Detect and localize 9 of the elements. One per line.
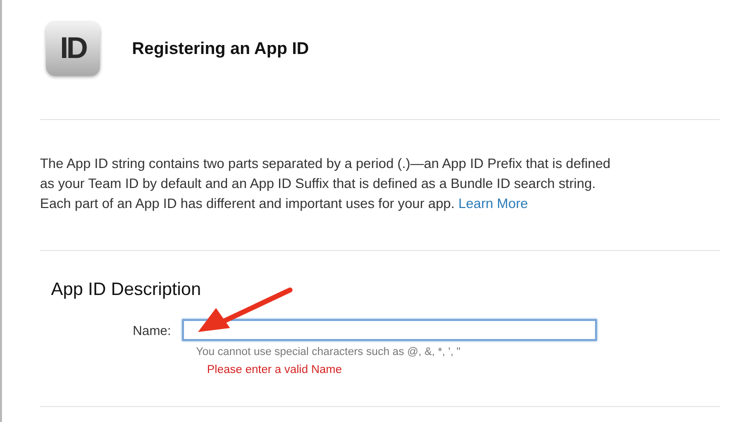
page-title: Registering an App ID xyxy=(132,39,309,59)
intro-paragraph: The App ID string contains two parts separated by a period (.)—an App ID Prefix that is defined as your Team ID by default and an App ID Suffix that is defined as a Bundle ID search string. Each part of an App ID has different and important uses for your app. Learn More xyxy=(40,155,612,213)
app-id-icon: ID xyxy=(46,22,100,76)
section-title: App ID Description xyxy=(51,279,202,300)
field-label: Name: xyxy=(132,322,172,338)
learn-more-link[interactable]: Learn More xyxy=(458,196,528,211)
name-input-field[interactable] xyxy=(182,319,597,341)
field-hint: You cannot use special characters such as @, &, *, ', " xyxy=(196,346,462,358)
error-message: Please enter a valid Name xyxy=(207,364,343,376)
